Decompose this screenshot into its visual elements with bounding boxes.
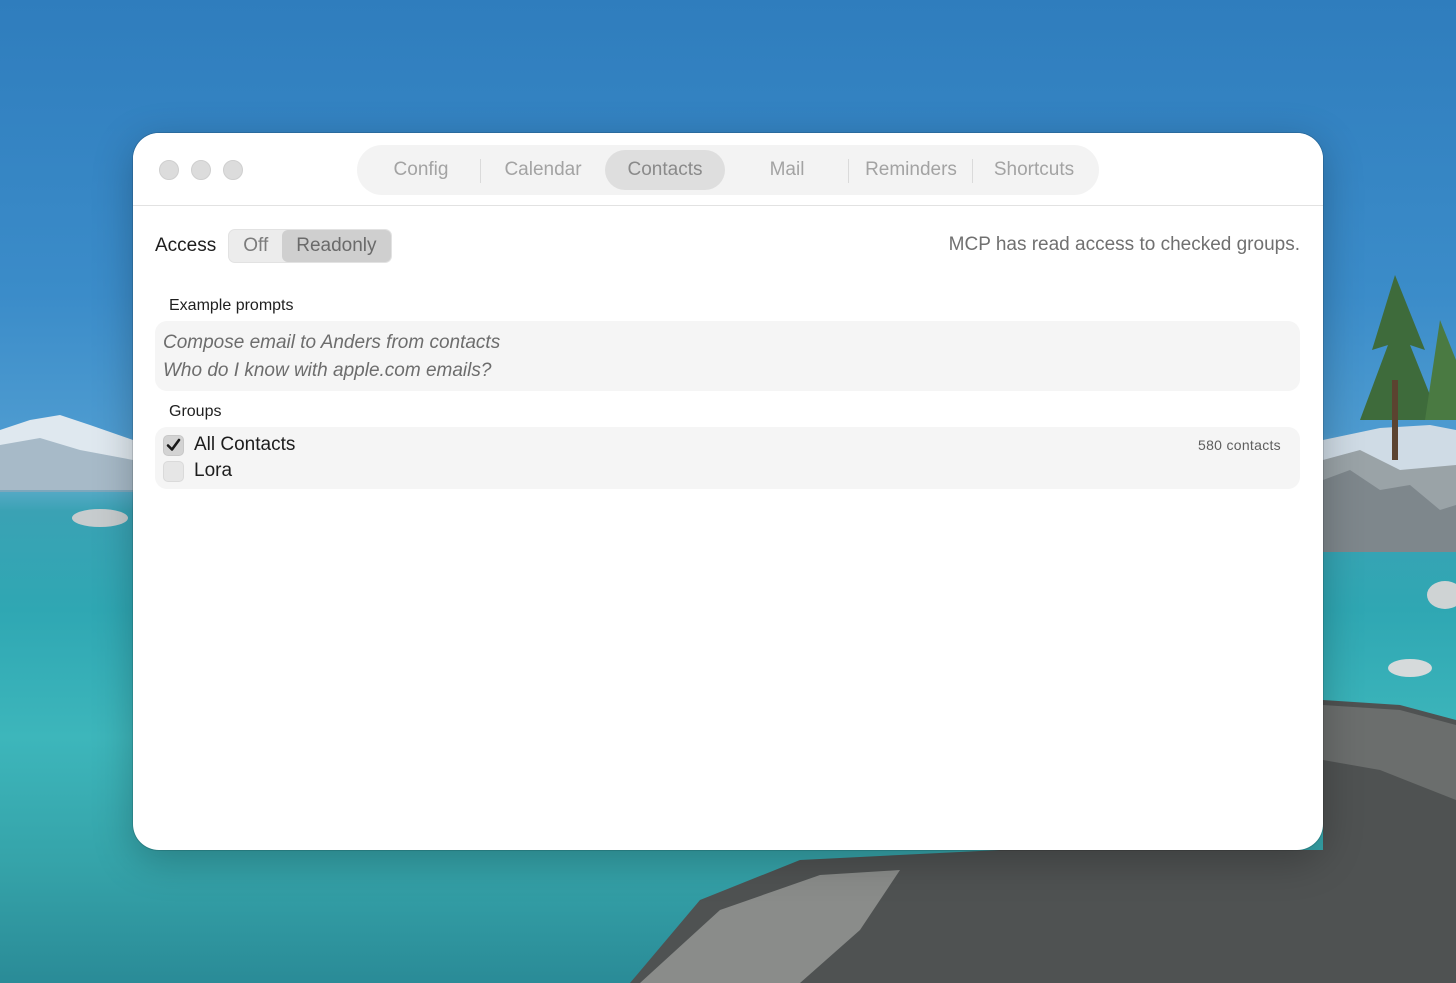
example-prompt: Compose email to Anders from contacts (163, 332, 501, 353)
example-prompts-panel: Compose email to Anders from contacts Wh… (155, 321, 1300, 391)
group-name: Lora (194, 460, 233, 481)
tab-label: Config (393, 159, 449, 180)
groups-heading: Groups (169, 403, 222, 420)
tab-config[interactable]: Config (361, 150, 481, 190)
group-row-all-contacts: All Contacts 580 contacts (163, 432, 1292, 458)
tab-label: Calendar (504, 159, 582, 180)
tab-label: Mail (769, 159, 805, 180)
access-label: Access (155, 235, 217, 256)
access-off-option[interactable]: Off (229, 230, 282, 262)
tab-label: Shortcuts (993, 159, 1075, 180)
tab-shortcuts[interactable]: Shortcuts (973, 150, 1095, 190)
tab-label: Contacts (627, 159, 703, 180)
tab-calendar[interactable]: Calendar (481, 150, 605, 190)
group-row-lora: Lora (163, 458, 1292, 484)
group-contact-count: 580 contacts (1198, 437, 1281, 453)
group-name: All Contacts (194, 434, 296, 455)
tab-reminders[interactable]: Reminders (849, 150, 973, 190)
zoom-button[interactable] (223, 160, 243, 180)
access-segmented-control: Off Readonly (228, 229, 392, 263)
access-row: Access Off Readonly (155, 229, 392, 263)
access-readonly-option[interactable]: Readonly (282, 230, 391, 262)
tab-mail[interactable]: Mail (725, 150, 849, 190)
tab-label: Reminders (865, 159, 957, 180)
groups-panel: All Contacts 580 contacts Lora (155, 427, 1300, 489)
example-prompt: Who do I know with apple.com emails? (163, 360, 492, 381)
minimize-button[interactable] (191, 160, 211, 180)
example-prompts-heading: Example prompts (169, 297, 294, 314)
tab-bar: Config Calendar Contacts Mail Reminders … (357, 145, 1099, 195)
app-window: Config Calendar Contacts Mail Reminders … (133, 133, 1323, 850)
close-button[interactable] (159, 160, 179, 180)
access-note: MCP has read access to checked groups. (948, 234, 1300, 255)
lora-checkbox[interactable] (163, 460, 184, 482)
all-contacts-checkbox[interactable] (163, 434, 184, 456)
tab-contacts[interactable]: Contacts (605, 150, 725, 190)
checkmark-icon (166, 438, 181, 451)
title-bar: Config Calendar Contacts Mail Reminders … (133, 133, 1323, 206)
